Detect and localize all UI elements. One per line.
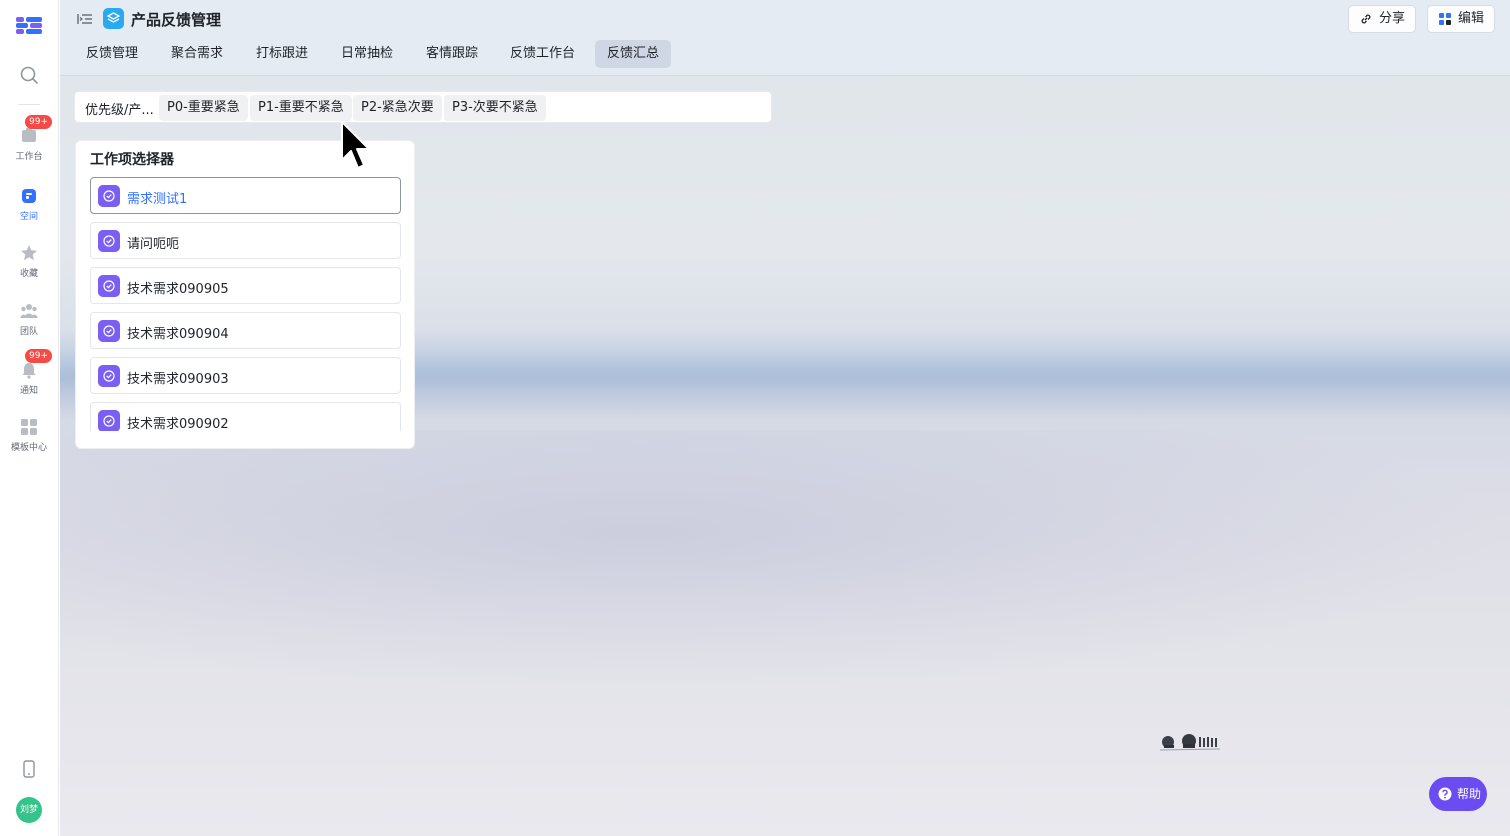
edit-label: 编辑 xyxy=(1458,11,1485,26)
mobile-icon[interactable] xyxy=(21,760,37,778)
rail-item-workbench[interactable]: 99+ 工作台 xyxy=(0,115,58,177)
list-item[interactable]: 技术需求090905 xyxy=(90,267,401,304)
item-title: 技术需求090905 xyxy=(127,282,229,297)
notification-badge: 99+ xyxy=(25,349,52,363)
tab-customer-tracking[interactable]: 客情跟踪 xyxy=(414,40,490,68)
rail-item-label: 团队 xyxy=(19,327,38,337)
item-title: 技术需求090903 xyxy=(127,372,229,387)
list-item[interactable]: 请问呃呃 xyxy=(90,222,401,259)
rail-item-label: 模板中心 xyxy=(10,443,47,453)
filter-label[interactable]: 优先级/产... xyxy=(85,99,154,118)
user-avatar[interactable]: 刘梦 xyxy=(16,797,42,823)
filter-chip-p3[interactable]: P3-次要不紧急 xyxy=(444,95,546,121)
app-icon xyxy=(103,8,124,29)
filter-chip-p2[interactable]: P2-紧急次要 xyxy=(353,95,442,121)
selector-title: 工作项选择器 xyxy=(90,152,174,168)
check-circle-icon xyxy=(98,230,120,252)
rail-item-team[interactable]: 团队 xyxy=(0,302,58,352)
main-area: 产品反馈管理 分享 编辑 反馈管理 聚合需求 打标跟进 日常抽检 客情跟踪 反馈… xyxy=(60,0,1510,836)
edit-button[interactable]: 编辑 xyxy=(1427,5,1496,33)
page-title: 产品反馈管理 xyxy=(131,11,222,29)
list-item[interactable]: 技术需求090902 xyxy=(90,402,401,431)
link-icon xyxy=(1361,14,1371,24)
background-travelers xyxy=(1159,734,1221,751)
workbench-icon xyxy=(22,128,36,142)
tab-feedback-summary[interactable]: 反馈汇总 xyxy=(595,40,672,68)
share-label: 分享 xyxy=(1379,11,1406,26)
rail-divider xyxy=(18,104,40,105)
filter-chip-p1[interactable]: P1-重要不紧急 xyxy=(250,95,352,121)
apps-icon xyxy=(1439,13,1451,25)
rail-item-notifications[interactable]: 99+ 通知 xyxy=(0,349,58,411)
list-item[interactable]: 技术需求090904 xyxy=(90,312,401,349)
question-icon xyxy=(1438,787,1452,801)
item-title: 技术需求090902 xyxy=(127,417,229,431)
item-title: 需求测试1 xyxy=(127,192,188,207)
sidebar-toggle-icon[interactable] xyxy=(77,11,93,27)
tab-aggregated-requirements[interactable]: 聚合需求 xyxy=(159,40,235,68)
help-button[interactable]: 帮助 xyxy=(1429,777,1487,811)
work-item-list[interactable]: 需求测试1 请问呃呃 技术需求090905 技术需求090904 技术需求090… xyxy=(90,177,401,431)
template-icon xyxy=(21,419,37,435)
rail-item-favorites[interactable]: 收藏 xyxy=(0,244,58,294)
rail-item-label: 空间 xyxy=(19,212,38,222)
check-circle-icon xyxy=(98,320,120,342)
background-clouds xyxy=(60,430,1510,690)
list-item[interactable]: 技术需求090903 xyxy=(90,357,401,394)
rail-item-space[interactable]: 空间 xyxy=(0,187,58,237)
bell-icon xyxy=(22,363,36,379)
work-item-selector: 工作项选择器 需求测试1 请问呃呃 技术需求090905 技术需求090904 … xyxy=(75,140,415,449)
item-title: 请问呃呃 xyxy=(127,237,180,252)
rail-item-label: 收藏 xyxy=(19,269,38,279)
tab-tagging-follow-up[interactable]: 打标跟进 xyxy=(244,40,320,68)
top-bar: 产品反馈管理 分享 编辑 反馈管理 聚合需求 打标跟进 日常抽检 客情跟踪 反馈… xyxy=(60,0,1510,76)
mouse-cursor-icon xyxy=(341,121,370,169)
filter-chip-p0[interactable]: P0-重要紧急 xyxy=(159,95,248,121)
space-icon xyxy=(22,189,36,203)
notification-badge: 99+ xyxy=(25,115,52,129)
check-circle-icon xyxy=(98,410,120,431)
tab-feedback-workbench[interactable]: 反馈工作台 xyxy=(498,40,587,68)
app-logo-icon[interactable] xyxy=(16,14,42,36)
check-circle-icon xyxy=(98,275,120,297)
rail-item-label: 通知 xyxy=(19,386,38,396)
tab-daily-inspection[interactable]: 日常抽检 xyxy=(329,40,405,68)
share-button[interactable]: 分享 xyxy=(1348,5,1417,33)
search-icon[interactable] xyxy=(18,64,40,86)
star-icon xyxy=(21,245,37,261)
rail-item-templates[interactable]: 模板中心 xyxy=(0,418,58,468)
team-icon xyxy=(20,304,38,318)
check-circle-icon xyxy=(98,185,120,207)
check-circle-icon xyxy=(98,365,120,387)
layers-icon xyxy=(106,12,121,23)
item-title: 技术需求090904 xyxy=(127,327,229,342)
left-rail: 99+ 工作台 空间 收藏 团队 99+ 通知 模板中心 刘梦 xyxy=(0,0,59,836)
tab-feedback-management[interactable]: 反馈管理 xyxy=(74,40,150,68)
help-label: 帮助 xyxy=(1457,787,1482,801)
list-item[interactable]: 需求测试1 xyxy=(90,177,401,214)
priority-filter-bar: 优先级/产... P0-重要紧急 P1-重要不紧急 P2-紧急次要 P3-次要不… xyxy=(74,91,772,123)
rail-item-label: 工作台 xyxy=(15,152,43,162)
